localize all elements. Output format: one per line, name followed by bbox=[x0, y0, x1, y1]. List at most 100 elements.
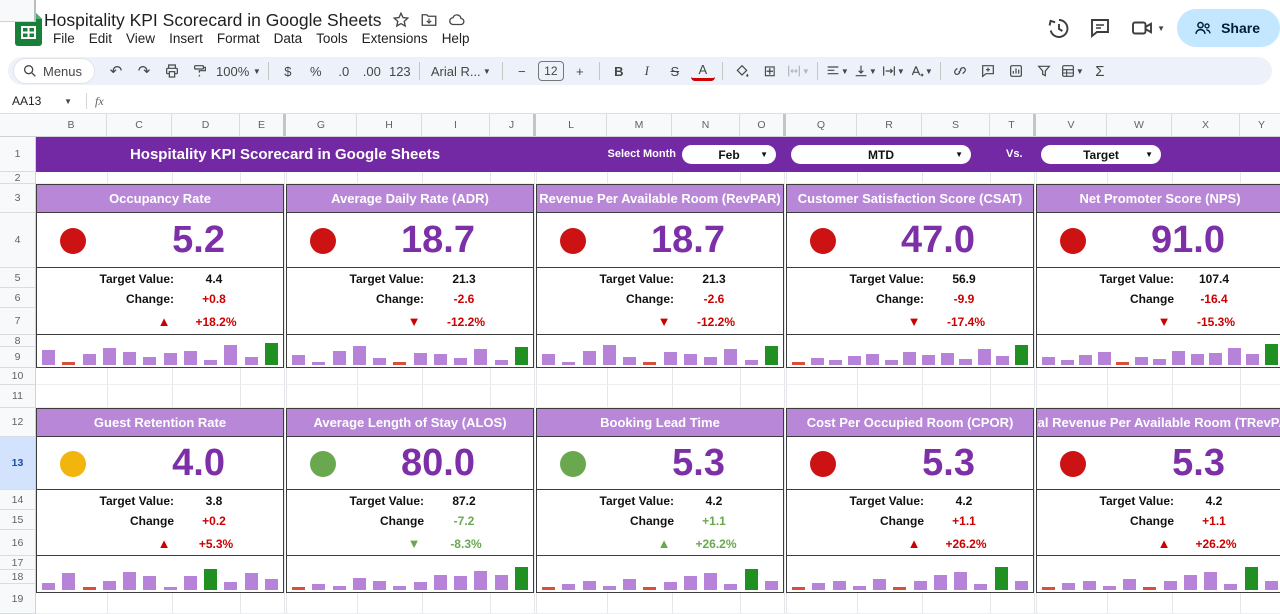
column-header-R[interactable]: R bbox=[857, 114, 922, 136]
kpi-card-details[interactable]: Target Value: 56.9 Change: -9.9 ▼ -17.4% bbox=[786, 268, 1034, 335]
insert-comment-button[interactable] bbox=[976, 59, 1000, 83]
column-header-M[interactable]: M bbox=[607, 114, 672, 136]
kpi-card-title[interactable]: Occupancy Rate bbox=[36, 184, 284, 213]
row-header-17[interactable]: 17 bbox=[0, 556, 35, 570]
column-header-W[interactable]: W bbox=[1107, 114, 1172, 136]
row-header-7[interactable]: 7 bbox=[0, 308, 35, 335]
cloud-status-icon[interactable] bbox=[448, 11, 466, 29]
column-header-V[interactable]: V bbox=[1036, 114, 1107, 136]
kpi-card-value-cell[interactable]: 5.3 bbox=[536, 437, 784, 490]
move-folder-icon[interactable] bbox=[420, 11, 438, 29]
column-header-N[interactable]: N bbox=[672, 114, 740, 136]
kpi-card-title[interactable]: Average Daily Rate (ADR) bbox=[286, 184, 534, 213]
borders-button[interactable]: ⊞ bbox=[758, 59, 782, 83]
row-header-13[interactable]: 13 bbox=[0, 437, 35, 490]
kpi-card-value-cell[interactable]: 91.0 bbox=[1036, 213, 1280, 268]
merge-cells-button[interactable]: ▼ bbox=[786, 59, 810, 83]
kpi-sparkline[interactable] bbox=[1036, 335, 1280, 368]
kpi-card-title[interactable]: Guest Retention Rate bbox=[36, 408, 284, 437]
bold-button[interactable]: B bbox=[607, 59, 631, 83]
kpi-card-title[interactable]: Revenue Per Available Room (RevPAR) bbox=[536, 184, 784, 213]
kpi-card-value-cell[interactable]: 80.0 bbox=[286, 437, 534, 490]
kpi-card-details[interactable]: Target Value: 87.2 Change -7.2 ▼ -8.3% bbox=[286, 490, 534, 556]
share-button[interactable]: Share bbox=[1177, 9, 1280, 47]
column-header-H[interactable]: H bbox=[357, 114, 422, 136]
row-header-14[interactable]: 14 bbox=[0, 490, 35, 510]
kpi-sparkline[interactable] bbox=[286, 556, 534, 593]
menu-edit[interactable]: Edit bbox=[82, 29, 119, 48]
kpi-card-details[interactable]: Target Value: 4.2 Change +1.1 ▲ +26.2% bbox=[1036, 490, 1280, 556]
column-header-Y[interactable]: Y bbox=[1240, 114, 1280, 136]
column-header-S[interactable]: S bbox=[922, 114, 990, 136]
kpi-sparkline[interactable] bbox=[786, 335, 1034, 368]
kpi-card-value-cell[interactable]: 4.0 bbox=[36, 437, 284, 490]
kpi-card-details[interactable]: Target Value: 4.4 Change: +0.8 ▲ +18.2% bbox=[36, 268, 284, 335]
column-header-T[interactable]: T bbox=[990, 114, 1034, 136]
kpi-card-title[interactable]: Customer Satisfaction Score (CSAT) bbox=[786, 184, 1034, 213]
strikethrough-button[interactable]: S bbox=[663, 59, 687, 83]
row-header-6[interactable]: 6 bbox=[0, 288, 35, 308]
kpi-card-title[interactable]: Total Revenue Per Available Room (TRevPA… bbox=[1036, 408, 1280, 437]
comments-icon[interactable] bbox=[1088, 16, 1112, 40]
column-header-E[interactable]: E bbox=[240, 114, 284, 136]
kpi-card-value-cell[interactable]: 5.3 bbox=[786, 437, 1034, 490]
kpi-card-title[interactable]: Average Length of Stay (ALOS) bbox=[286, 408, 534, 437]
print-button[interactable] bbox=[160, 59, 184, 83]
menu-file[interactable]: File bbox=[46, 29, 82, 48]
row-header-19[interactable]: 19 bbox=[0, 584, 35, 614]
kpi-card-title[interactable]: Cost Per Occupied Room (CPOR) bbox=[786, 408, 1034, 437]
vertical-align-button[interactable]: ▼ bbox=[853, 59, 877, 83]
decrease-font-size-button[interactable]: − bbox=[510, 59, 534, 83]
month-dropdown[interactable]: Feb ▼ bbox=[682, 145, 776, 164]
period-dropdown[interactable]: MTD ▼ bbox=[791, 145, 971, 164]
italic-button[interactable]: I bbox=[635, 59, 659, 83]
zoom-select[interactable]: 100% ▼ bbox=[216, 59, 261, 83]
kpi-card-value-cell[interactable]: 47.0 bbox=[786, 213, 1034, 268]
horizontal-align-button[interactable]: ▼ bbox=[825, 59, 849, 83]
undo-button[interactable]: ↶ bbox=[104, 59, 128, 83]
create-filter-button[interactable] bbox=[1032, 59, 1056, 83]
kpi-card-value-cell[interactable]: 18.7 bbox=[286, 213, 534, 268]
row-header-12[interactable]: 12 bbox=[0, 408, 35, 437]
meet-button[interactable]: ▼ bbox=[1121, 16, 1165, 40]
row-header-9[interactable]: 9 bbox=[0, 347, 35, 368]
functions-button[interactable]: Σ bbox=[1088, 59, 1112, 83]
column-header-I[interactable]: I bbox=[422, 114, 490, 136]
column-header-G[interactable]: G bbox=[286, 114, 357, 136]
paint-format-button[interactable] bbox=[188, 59, 212, 83]
row-header-8[interactable]: 8 bbox=[0, 335, 35, 347]
row-header-11[interactable]: 11 bbox=[0, 385, 35, 408]
kpi-sparkline[interactable] bbox=[36, 556, 284, 593]
kpi-sparkline[interactable] bbox=[36, 335, 284, 368]
kpi-card-details[interactable]: Target Value: 4.2 Change +1.1 ▲ +26.2% bbox=[786, 490, 1034, 556]
row-header-5[interactable]: 5 bbox=[0, 268, 35, 288]
menus-search-button[interactable]: Menus bbox=[14, 59, 94, 83]
menu-insert[interactable]: Insert bbox=[162, 29, 210, 48]
row-header-1[interactable]: 1 bbox=[0, 137, 35, 172]
menu-data[interactable]: Data bbox=[267, 29, 310, 48]
table-tools-button[interactable]: ▼ bbox=[1060, 59, 1084, 83]
kpi-sparkline[interactable] bbox=[1036, 556, 1280, 593]
increase-font-size-button[interactable]: + bbox=[568, 59, 592, 83]
kpi-sparkline[interactable] bbox=[536, 335, 784, 368]
column-header-Q[interactable]: Q bbox=[786, 114, 857, 136]
kpi-card-title[interactable]: Net Promoter Score (NPS) bbox=[1036, 184, 1280, 213]
column-header-B[interactable]: B bbox=[36, 114, 107, 136]
column-header-C[interactable]: C bbox=[107, 114, 172, 136]
insert-link-button[interactable] bbox=[948, 59, 972, 83]
text-color-button[interactable]: A bbox=[691, 61, 715, 81]
menu-extensions[interactable]: Extensions bbox=[355, 29, 435, 48]
kpi-card-value-cell[interactable]: 18.7 bbox=[536, 213, 784, 268]
redo-button[interactable]: ↷ bbox=[132, 59, 156, 83]
menu-view[interactable]: View bbox=[119, 29, 162, 48]
row-header-2[interactable]: 2 bbox=[0, 172, 35, 184]
row-header-10[interactable]: 10 bbox=[0, 368, 35, 385]
select-all-corner[interactable] bbox=[0, 0, 36, 22]
kpi-card-details[interactable]: Target Value: 107.4 Change -16.4 ▼ -15.3… bbox=[1036, 268, 1280, 335]
format-currency-button[interactable]: $ bbox=[276, 59, 300, 83]
font-size-input[interactable]: 12 bbox=[538, 61, 564, 81]
font-select[interactable]: Arial R...▼ bbox=[427, 59, 495, 83]
row-header-3[interactable]: 3 bbox=[0, 184, 35, 213]
kpi-card-details[interactable]: Target Value: 21.3 Change: -2.6 ▼ -12.2% bbox=[286, 268, 534, 335]
column-header-O[interactable]: O bbox=[740, 114, 784, 136]
